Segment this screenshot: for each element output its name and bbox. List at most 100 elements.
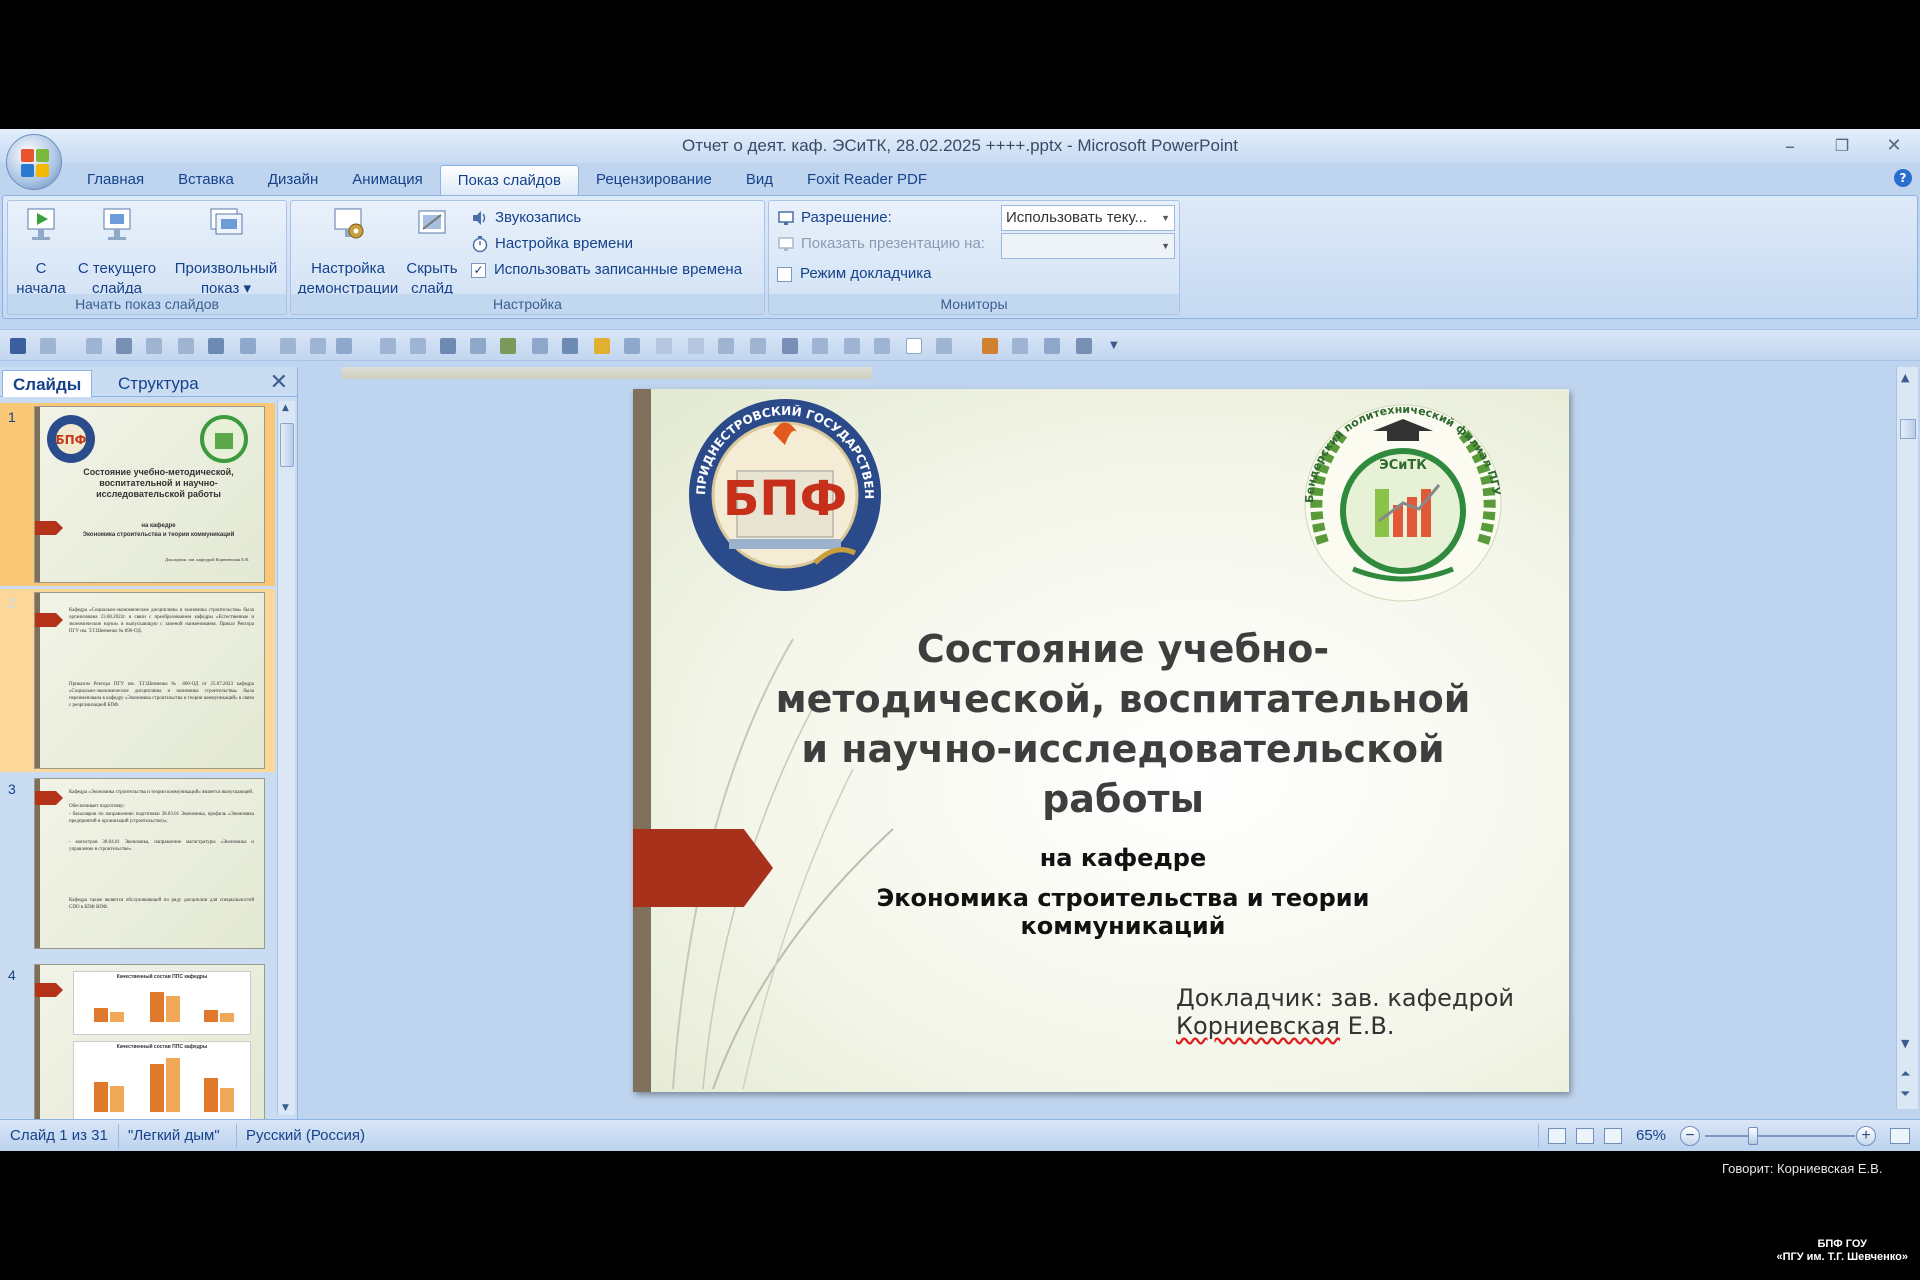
slide-number: 4 [8, 967, 16, 983]
tab-animation[interactable]: Анимация [335, 165, 439, 195]
setup-show-icon [334, 208, 364, 239]
hide-slide-button[interactable]: Скрыть слайд [401, 205, 463, 299]
abc-check-icon[interactable] [562, 338, 578, 354]
slide-thumbnail-2[interactable]: 2 Кафедра «Социально-экономические дисци… [0, 589, 275, 772]
record-narration-button[interactable]: Звукозапись [471, 205, 581, 231]
spelling-icon[interactable] [178, 338, 194, 354]
use-timings-checkbox[interactable]: ✓ Использовать записанные времена [471, 257, 742, 283]
checkbox-unchecked-icon[interactable] [777, 266, 792, 282]
fit-to-window-icon[interactable] [1890, 1128, 1910, 1144]
slide-thumbnail-3[interactable]: 3 Кафедра «Экономика строительства и тео… [0, 775, 275, 958]
duplicate-icon[interactable] [874, 338, 890, 354]
setup-show-button[interactable]: Настройка демонстрации [295, 205, 401, 299]
crop-icon[interactable] [812, 338, 828, 354]
scroll-up-icon[interactable]: ▲ [282, 403, 289, 413]
zoom-level[interactable]: 65% [1636, 1127, 1666, 1144]
zoom-slider[interactable] [1705, 1135, 1855, 1137]
title-bar: Отчет о деят. каф. ЭСиТК, 28.02.2025 +++… [0, 129, 1920, 163]
ungroup-icon[interactable] [410, 338, 426, 354]
format-painter-icon[interactable] [1012, 338, 1028, 354]
print-icon[interactable] [116, 338, 132, 354]
normal-view-icon[interactable] [1548, 1128, 1566, 1144]
next-slide-icon[interactable]: ⏷ [1901, 1087, 1910, 1101]
paste-icon[interactable] [310, 338, 326, 354]
slide-sorter-icon[interactable] [1576, 1128, 1594, 1144]
language-indicator[interactable]: Русский (Россия) [246, 1127, 365, 1144]
slide-subtitle-name: Экономика строительства и теории коммуни… [876, 884, 1370, 940]
shapes-icon[interactable] [532, 338, 548, 354]
from-current-button[interactable]: С текущего слайда [72, 205, 162, 299]
undo-icon[interactable] [40, 338, 56, 354]
select-icon[interactable] [240, 338, 256, 354]
copy-icon[interactable] [280, 338, 296, 354]
preview-icon[interactable] [146, 338, 162, 354]
checkbox-checked-icon[interactable]: ✓ [471, 262, 486, 278]
office-button[interactable] [6, 134, 62, 190]
slide-thumbnail-4[interactable]: 4 Качественный состав ППС кафедры Качест… [0, 961, 275, 1124]
show-on-dropdown[interactable]: ▼ [1001, 233, 1175, 259]
help-icon[interactable]: ? [1894, 169, 1912, 187]
tab-review[interactable]: Рецензирование [579, 165, 729, 195]
close-button[interactable]: ✕ [1874, 133, 1914, 159]
zoom-in-icon[interactable]: + [1856, 1126, 1876, 1146]
custom-show-button[interactable]: Произвольный показ ▾ [168, 205, 284, 299]
pane-close-icon[interactable]: ✕ [270, 370, 288, 395]
tab-insert[interactable]: Вставка [161, 165, 251, 195]
clipboard-icon[interactable] [982, 338, 998, 354]
tab-view[interactable]: Вид [729, 165, 790, 195]
layout-icon[interactable] [936, 338, 952, 354]
powerpoint-window: Отчет о деят. каф. ЭСиТК, 28.02.2025 +++… [0, 129, 1920, 1151]
pane-scrollbar[interactable]: ▲ ▼ [277, 401, 295, 1115]
canvas-scrollbar[interactable]: ▲ ▼ ⏶ ⏷ [1896, 367, 1918, 1109]
save-icon[interactable] [10, 338, 26, 354]
scroll-down-icon[interactable]: ▼ [1901, 1037, 1909, 1050]
send-backward-icon[interactable] [688, 338, 704, 354]
slide-number: 1 [8, 409, 16, 425]
replace-icon[interactable] [1044, 338, 1060, 354]
previous-slide-icon[interactable]: ⏶ [1901, 1067, 1910, 1081]
slideshow-view-icon[interactable] [1604, 1128, 1622, 1144]
from-start-button[interactable]: С начала [14, 205, 68, 299]
presenter-view-checkbox[interactable]: Режим докладчика [777, 261, 932, 287]
tab-slides[interactable]: Слайды [2, 370, 93, 397]
align-icon[interactable] [718, 338, 734, 354]
edit-icon[interactable] [470, 338, 486, 354]
restore-button[interactable]: ❐ [1822, 133, 1862, 159]
tab-outline[interactable]: Структура [108, 370, 209, 397]
resolution-dropdown[interactable]: Использовать теку... ▼ [1001, 205, 1175, 231]
thumbnail-image: Кафедра «Экономика строительства и теори… [34, 778, 265, 949]
group-icon[interactable] [380, 338, 396, 354]
arrange-icon[interactable] [624, 338, 640, 354]
group-monitors: Разрешение: Использовать теку... ▼ Показ… [768, 200, 1180, 315]
scroll-up-icon[interactable]: ▲ [1901, 371, 1909, 384]
rotate-icon[interactable] [750, 338, 766, 354]
table-icon[interactable] [336, 338, 352, 354]
tab-foxit[interactable]: Foxit Reader PDF [790, 165, 944, 195]
slide-author: Докладчик: зав. кафедрой Корниевская Е.В… [1176, 984, 1515, 1040]
find-icon[interactable] [782, 338, 798, 354]
slide-thumbnail-1[interactable]: 1 БПФ Состояние учебно-методической, вос… [0, 403, 275, 586]
bring-forward-icon[interactable] [656, 338, 672, 354]
zoom-slider-thumb[interactable] [1748, 1127, 1758, 1145]
textbox-icon[interactable] [440, 338, 456, 354]
tab-slideshow[interactable]: Показ слайдов [439, 165, 579, 195]
speaker-caption: Говорит: Корниевская Е.В. [1722, 1161, 1883, 1176]
slideshow-play-icon [27, 208, 55, 240]
redo-icon[interactable] [86, 338, 102, 354]
distribute-icon[interactable] [844, 338, 860, 354]
open-folder-icon[interactable] [594, 338, 610, 354]
tab-design[interactable]: Дизайн [251, 165, 335, 195]
canvas-scroll-thumb[interactable] [1900, 419, 1916, 439]
zoom-out-icon[interactable]: − [1680, 1126, 1700, 1146]
picture-icon[interactable] [208, 338, 224, 354]
tab-home[interactable]: Главная [70, 165, 161, 195]
new-slide-icon[interactable] [906, 338, 922, 354]
format-icon[interactable] [500, 338, 516, 354]
customize-toolbar-chevron-icon[interactable]: ▼ [1110, 338, 1126, 354]
scroll-down-icon[interactable]: ▼ [282, 1103, 289, 1113]
pane-scroll-thumb[interactable] [280, 423, 294, 467]
current-slide[interactable]: БПФ ПРИДНЕСТРОВСКИЙ ГОСУДАРСТВЕННЫЙ УНИВ… [633, 389, 1569, 1092]
macro-icon[interactable] [1076, 338, 1092, 354]
rehearse-timings-button[interactable]: Настройка времени [471, 231, 633, 257]
minimize-button[interactable]: – [1770, 133, 1810, 159]
